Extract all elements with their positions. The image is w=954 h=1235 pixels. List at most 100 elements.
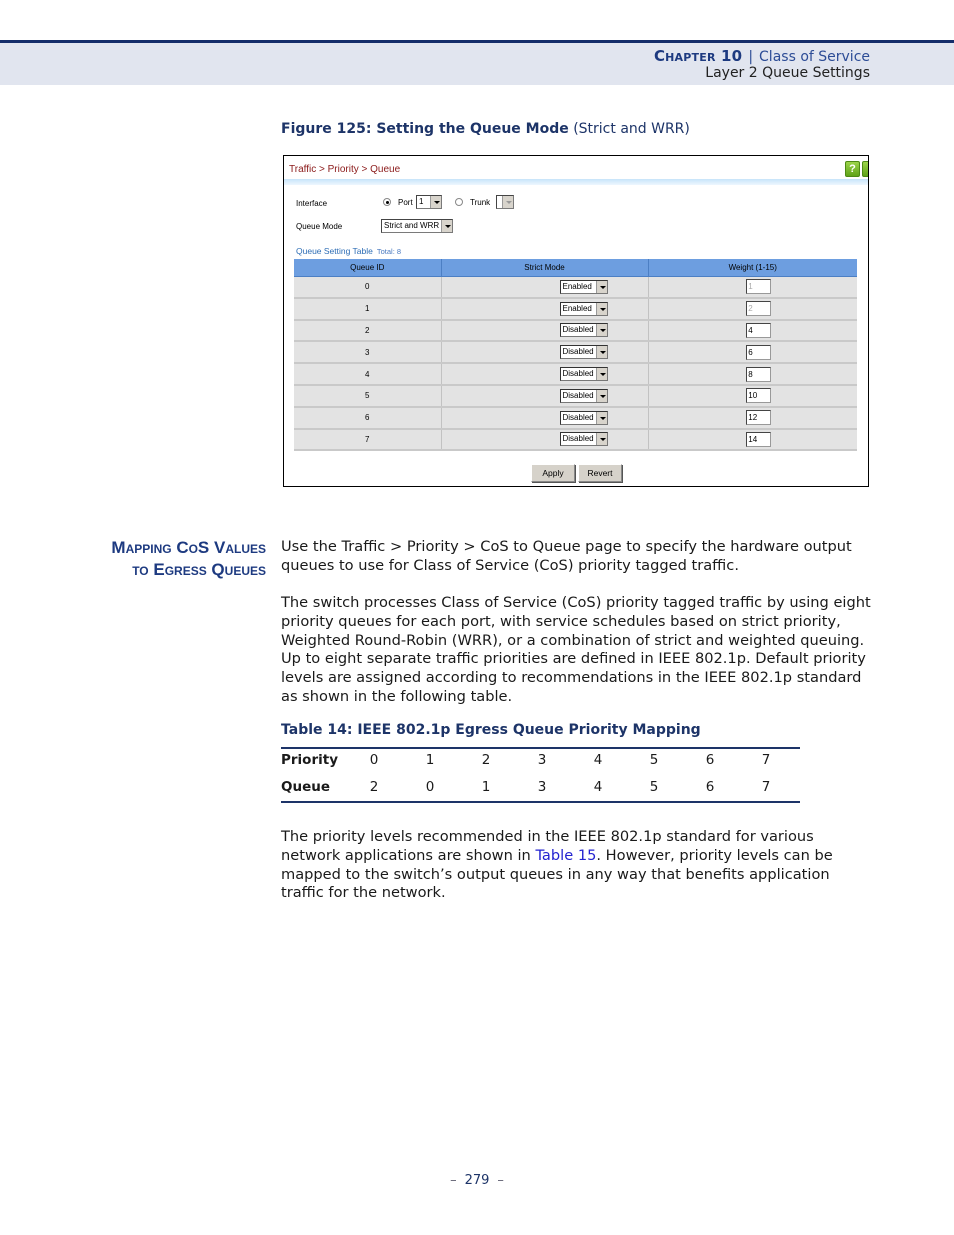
weight-cell: 1 [648,276,857,299]
section-heading: Mapping CoS Values to Egress Queues [111,537,266,581]
priority-cell: 7 [761,752,771,768]
strict-mode-cell: Enabled [441,297,649,321]
queue-id-cell: 0 [294,276,442,299]
weight-cell: 8 [648,363,857,386]
trunk-radio[interactable] [455,198,463,206]
queue-id-cell: 3 [294,341,442,365]
strict-mode-select[interactable]: Enabled [559,279,608,294]
help-question-icon[interactable]: ? [845,161,860,177]
title-divider [284,179,868,185]
weight-cell: 6 [648,341,857,365]
queue-cell: 7 [761,779,771,795]
weight-cell: 14 [648,428,857,452]
queue-id-cell: 6 [294,406,442,430]
weight-input[interactable]: 12 [746,410,772,426]
queue-mode-select[interactable]: Strict and WRR [381,219,453,233]
column-header-weight: Weight (1-15) [648,259,857,277]
chevron-down-icon [595,302,607,315]
strict-mode-select[interactable]: Enabled [559,301,608,316]
footer-dash-right: – [497,1173,504,1188]
priority-cell: 2 [481,752,491,768]
weight-input[interactable]: 8 [746,366,772,382]
chevron-down-icon [595,368,607,381]
section-title: Layer 2 Queue Settings [705,65,870,81]
chapter-title: Class of Service [759,49,870,65]
chevron-down-icon [595,346,607,359]
queue-cell: 1 [481,779,491,795]
priority-cell: 5 [649,752,659,768]
weight-input[interactable]: 1 [746,279,772,295]
weight-input[interactable]: 10 [746,388,772,404]
queue-cell: 4 [593,779,603,795]
table-row: 6 Disabled 12 [294,406,857,430]
strict-mode-select[interactable]: Disabled [559,345,608,360]
weight-input[interactable]: 4 [746,322,772,338]
page-number: 279 [464,1173,490,1188]
weight-cell: 10 [648,384,857,408]
table-row: 4 Disabled 8 [294,363,857,386]
strict-mode-cell: Disabled [441,384,649,408]
priority-cell: 0 [369,752,379,768]
chevron-down-icon [595,324,607,337]
figure-title: Figure 125: Setting the Queue Mode [281,121,569,137]
queue-id-cell: 7 [294,428,442,452]
table-row: 3 Disabled 6 [294,341,857,365]
section-heading-line2: to Egress Queues [132,560,266,579]
trunk-radio-label: Trunk [470,198,491,207]
interface-label: Interface [296,199,328,208]
queue-id-cell: 4 [294,363,442,386]
queue-id-cell: 2 [294,319,442,343]
header-chapter-line: Chapter 10 | Class of Service [654,47,870,65]
chevron-down-icon [595,411,607,424]
strict-mode-select[interactable]: Disabled [559,388,608,403]
table-row: 5 Disabled 10 [294,384,857,408]
priority-mapping-table: Priority 0 1 2 3 4 5 6 7 Queue 2 0 1 3 4 5 6 7 [281,747,800,803]
column-header-queue-id: Queue ID [294,259,442,277]
strict-mode-select[interactable]: Disabled [559,410,608,425]
weight-cell: 12 [648,406,857,430]
weight-input[interactable]: 14 [746,431,772,447]
chevron-down-icon [441,220,452,232]
chevron-down-icon [595,280,607,293]
port-radio[interactable] [383,198,391,206]
queue-id-cell: 1 [294,297,442,321]
table-row: 0 Enabled 1 [294,276,857,299]
table-row: 1 Enabled 2 [294,297,857,321]
breadcrumb[interactable]: Traffic > Priority > Queue [289,164,400,175]
strict-mode-cell: Enabled [441,276,649,299]
queue-mode-value: Strict and WRR [384,221,440,230]
queue-id-cell: 5 [294,384,442,408]
strict-mode-value: Enabled [562,281,592,291]
chevron-down-icon [595,389,607,402]
trunk-select[interactable] [496,195,514,209]
weight-input[interactable]: 2 [746,301,772,317]
row-header-priority: Priority [281,752,338,768]
table-15-link[interactable]: Table 15 [535,847,596,864]
priority-cell: 6 [705,752,715,768]
strict-mode-value: Disabled [562,390,594,400]
apply-button[interactable]: Apply [531,464,575,482]
chapter-label: Chapter 10 [653,47,743,65]
intro-paragraph: Use the Traffic > Priority > CoS to Queu… [281,538,852,574]
strict-mode-cell: Disabled [441,406,649,430]
table-title: Queue Setting Table [296,246,373,256]
page-footer: –279– [0,1173,954,1188]
closing-paragraph: The priority levels recommended in the I… [281,828,871,903]
queue-cell: 6 [705,779,715,795]
secondary-toolbar-icon[interactable] [862,161,868,177]
strict-mode-select[interactable]: Disabled [559,432,608,447]
strict-mode-select[interactable]: Disabled [559,323,608,338]
queue-cell: 5 [649,779,659,795]
strict-mode-value: Enabled [562,303,592,313]
chevron-down-icon [430,196,441,208]
weight-input[interactable]: 6 [746,344,772,360]
weight-cell: 4 [648,319,857,343]
weight-cell: 2 [648,297,857,321]
priority-cell: 4 [593,752,603,768]
table-row: 2 Disabled 4 [294,319,857,343]
description-paragraph: The switch processes Class of Service (C… [281,594,871,705]
header-separator: | [748,49,754,65]
revert-button[interactable]: Revert [578,464,622,482]
port-select[interactable]: 1 [416,195,442,209]
strict-mode-select[interactable]: Disabled [559,367,608,382]
